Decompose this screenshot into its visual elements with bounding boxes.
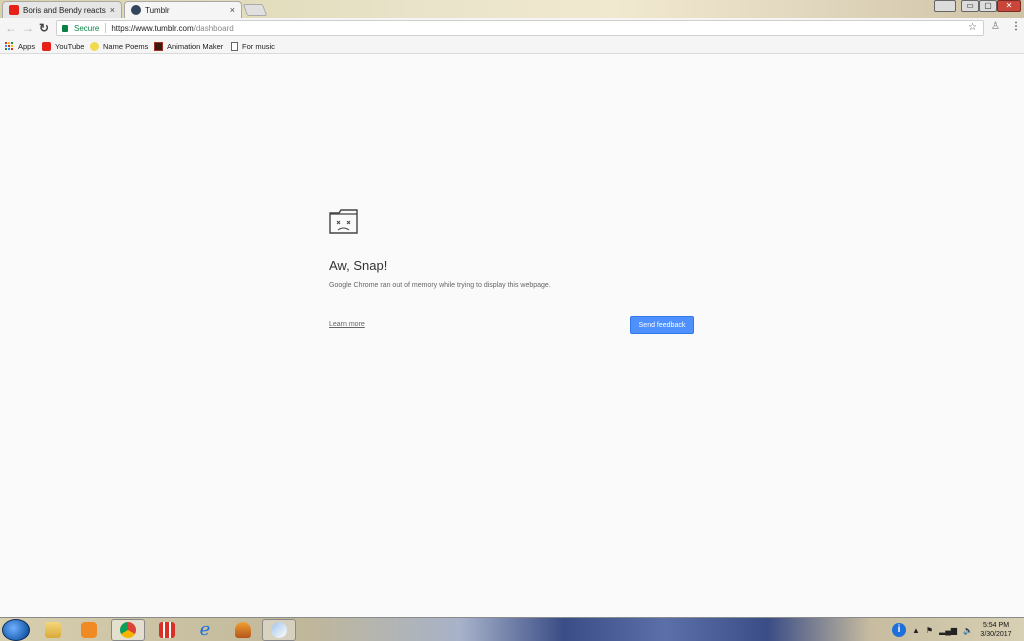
app-grid-icon[interactable] [150,619,184,641]
bookmarks-bar: Apps YouTube Name Poems Animation Maker … [0,38,1024,54]
internet-explorer-icon[interactable]: e [188,619,222,641]
paint-icon[interactable] [262,619,296,641]
profile-button[interactable] [934,0,956,12]
bookmark-label: For music [242,41,275,51]
page-icon [231,41,238,51]
title-bar: Boris and Bendy reacts t × Tumblr × ▭ ▢ … [0,0,1024,18]
security-label: Secure [74,23,100,33]
smiley-icon [90,41,99,51]
start-orb-icon[interactable] [2,619,30,641]
bookmark-animation-maker[interactable]: Animation Maker [154,40,223,52]
media-player-icon[interactable] [72,619,106,641]
divider [105,23,107,33]
extension-icon[interactable]: ♙ [991,21,1000,32]
system-tray: i ▲ ⚑ ▂▄▆ 🔈 [892,620,973,640]
error-message: Google Chrome ran out of memory while tr… [329,282,551,289]
tumblr-favicon-icon [131,5,141,15]
bookmark-label: Animation Maker [167,41,224,51]
error-title: Aw, Snap! [329,258,388,273]
bookmark-for-music[interactable]: For music [231,40,275,52]
tab-tumblr[interactable]: Tumblr × [124,1,242,18]
url-path: /dashboard [193,23,234,33]
film-icon [154,41,163,51]
tab-title: Tumblr [145,5,170,15]
taskbar: e i ▲ ⚑ ▂▄▆ 🔈 5:54 PM 3/30/2017 [0,617,1024,641]
bookmark-apps[interactable]: Apps [5,40,35,52]
send-feedback-button[interactable]: Send feedback [630,316,694,334]
bookmark-star-icon[interactable]: ☆ [968,22,977,33]
youtube-icon [42,41,51,51]
tab-title: Boris and Bendy reacts t [23,5,106,15]
file-explorer-icon[interactable] [36,619,70,641]
chrome-icon[interactable] [111,619,145,641]
apps-grid-icon [5,41,14,51]
close-window-button[interactable]: ✕ [997,0,1021,12]
bookmark-name-poems[interactable]: Name Poems [90,40,148,52]
bookmark-label: YouTube [55,41,85,51]
clock-time: 5:54 PM [982,622,1010,629]
url-host: https://www.tumblr.com [111,23,194,33]
show-hidden-icons-icon[interactable]: ▲ [912,626,920,635]
kebab-menu-icon[interactable]: ⋮ [1011,21,1021,32]
sad-tab-icon [329,209,358,234]
learn-more-link[interactable]: Learn more [329,321,365,328]
bookmark-label: Apps [18,41,36,51]
bookmark-label: Name Poems [103,41,149,51]
youtube-favicon-icon [9,5,19,15]
new-tab-button[interactable] [242,4,268,16]
forward-arrow-icon[interactable]: → [22,21,34,35]
maximize-button[interactable]: ▢ [979,0,997,12]
tab-youtube[interactable]: Boris and Bendy reacts t × [2,1,122,18]
toolbar: ← → ↻ Secure https://www.tumblr.com/dash… [0,18,1024,38]
flag-icon[interactable]: ⚑ [926,626,933,635]
minimize-button[interactable]: ▭ [961,0,979,12]
fl-studio-icon[interactable] [226,619,260,641]
network-icon[interactable]: ▂▄▆ [939,626,957,635]
volume-icon[interactable]: 🔈 [963,626,973,635]
clock[interactable]: 5:54 PM 3/30/2017 [974,621,1018,639]
tab-close-icon[interactable]: × [230,5,235,15]
reload-icon[interactable]: ↻ [39,21,49,35]
address-bar[interactable]: Secure https://www.tumblr.com/dashboard … [56,20,984,36]
back-arrow-icon[interactable]: ← [5,21,17,35]
clock-date: 3/30/2017 [980,631,1012,638]
bookmark-youtube[interactable]: YouTube [42,40,84,52]
info-icon[interactable]: i [892,623,906,637]
tab-close-icon[interactable]: × [110,5,115,15]
lock-icon [62,24,68,32]
